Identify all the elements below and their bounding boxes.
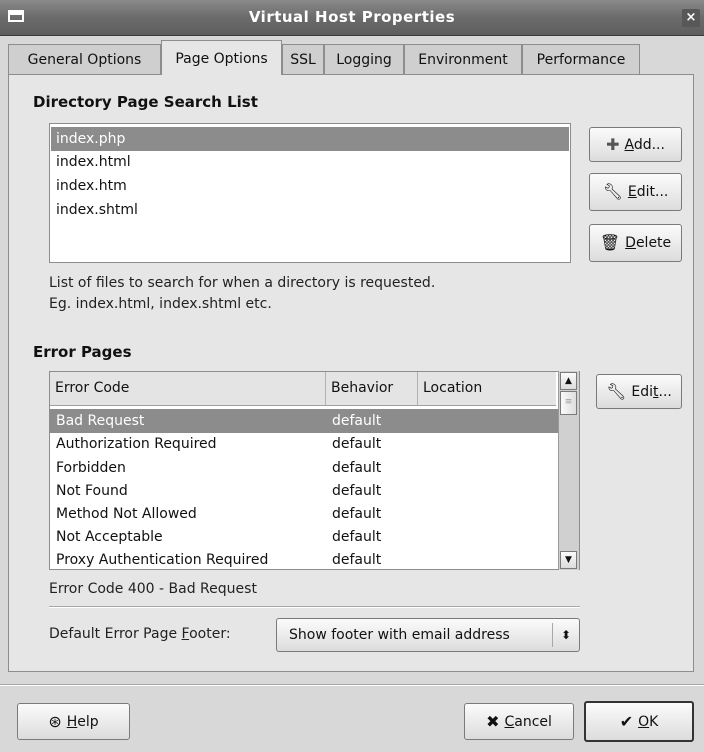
directory-help-line2: Eg. index.html, index.shtml etc. [49,296,272,312]
table-row[interactable]: Bad Request default [50,409,558,433]
tab-general-options[interactable]: General Options [8,44,161,74]
scroll-down-icon[interactable]: ▼ [560,551,577,569]
behavior-cell: default [332,413,382,429]
cancel-button[interactable]: ✖ Cancel [464,703,574,740]
error-code-cell: Not Found [56,483,128,499]
table-row[interactable]: Forbidden default [50,456,558,480]
error-table-scrollbar[interactable]: ▲ ≡ ▼ [558,371,579,570]
error-pages-title: Error Pages [33,343,132,361]
behavior-cell: default [332,552,382,568]
list-item[interactable]: index.shtml [51,198,569,222]
help-button-label: Help [67,714,99,730]
table-row[interactable]: Proxy Authentication Required default [50,548,558,569]
lifebuoy-icon: ⊛ [48,711,62,731]
list-item[interactable]: index.php [51,127,569,151]
footer-select-value: Show footer with email address [289,627,510,643]
table-header: Error Code Behavior Location [50,372,556,406]
edit-mnemonic: E [627,184,637,200]
delete-label-rest: elete [635,235,672,251]
section-separator [49,606,580,608]
footer-select[interactable]: Show footer with email address ⬍ [276,618,580,652]
tab-logging[interactable]: Logging [324,44,404,74]
help-button[interactable]: ⊛ Help [17,703,130,740]
error-pages-table[interactable]: Error Code Behavior Location Bad Request… [49,371,580,570]
table-row[interactable]: Authorization Required default [50,432,558,456]
table-row[interactable]: Method Not Allowed default [50,502,558,526]
dialog-separator [0,684,704,686]
ok-mnemonic: O [638,713,650,730]
behavior-cell: default [332,483,382,499]
directory-search-title: Directory Page Search List [33,93,258,111]
column-header-error-code[interactable]: Error Code [50,372,326,405]
plus-icon: ✚ [606,134,620,154]
wrench-icon: 🔧︎ [602,182,623,201]
delete-button-label: Delete [625,235,671,251]
ok-button[interactable]: ✔ OK [584,701,694,742]
list-item[interactable]: index.htm [51,174,569,198]
footer-mnemonic: F [181,626,190,642]
cancel-label-rest: ancel [514,713,552,730]
error-code-cell: Bad Request [56,413,145,429]
behavior-cell: default [332,506,382,522]
updown-arrow-icon: ⬍ [552,623,579,647]
tab-ssl[interactable]: SSL [282,44,324,74]
edit-label-rest: dit... [636,184,669,200]
checkmark-icon: ✔ [619,711,634,731]
virtual-host-properties-window: Virtual Host Properties × General Option… [0,0,704,752]
column-header-behavior[interactable]: Behavior [326,372,418,405]
add-button[interactable]: ✚ Add... [589,127,682,162]
wrench-icon: 🔧︎ [606,381,627,401]
column-header-location[interactable]: Location [418,372,556,405]
error-code-cell: Method Not Allowed [56,506,197,522]
help-mnemonic: H [66,713,78,730]
cancel-mnemonic: C [504,713,515,730]
error-code-cell: Not Acceptable [56,529,163,545]
edit-error-label-pre: Edi [631,383,654,400]
behavior-cell: default [332,460,382,476]
add-mnemonic: A [624,136,634,153]
behavior-cell: default [332,529,382,545]
edit-error-label: Edit... [631,384,671,400]
error-status-text: Error Code 400 - Bad Request [49,581,257,597]
ok-button-label: OK [638,714,658,730]
close-icon[interactable]: × [682,9,700,27]
footer-label-pre: Default Error Page [49,626,182,642]
delete-button[interactable]: 🗑︎ Delete [589,224,682,262]
edit-directory-button[interactable]: 🔧︎ Edit... [589,173,682,211]
tab-environment[interactable]: Environment [404,44,522,74]
delete-mnemonic: D [625,235,636,251]
help-label-rest: elp [77,713,99,730]
tab-performance[interactable]: Performance [522,44,640,74]
edit-error-label-rest: ... [658,383,672,400]
add-label-rest: dd... [633,136,665,153]
table-row[interactable]: Not Found default [50,479,558,503]
table-row[interactable]: Not Acceptable default [50,525,558,549]
directory-help-line1: List of files to search for when a direc… [49,275,436,291]
error-code-cell: Authorization Required [56,436,217,452]
edit-error-page-button[interactable]: 🔧︎ Edit... [596,374,682,409]
window-title: Virtual Host Properties [248,8,456,26]
behavior-cell: default [332,436,382,452]
footer-label-rest: ooter: [189,626,231,642]
scroll-up-icon[interactable]: ▲ [560,372,577,390]
x-icon: ✖ [486,711,500,731]
add-button-label: Add... [624,137,664,153]
trash-icon: 🗑︎ [599,233,621,252]
tab-page-options[interactable]: Page Options [161,40,282,75]
footer-label: Default Error Page Footer: [49,624,231,645]
title-bar: Virtual Host Properties × [0,0,704,36]
directory-page-list[interactable]: index.php index.html index.htm index.sht… [49,123,571,263]
ok-label-rest: K [649,713,659,730]
error-code-cell: Proxy Authentication Required [56,552,269,568]
list-item[interactable]: index.html [51,150,569,174]
cancel-button-label: Cancel [504,714,551,730]
edit-button-label: Edit... [628,184,668,200]
error-code-cell: Forbidden [56,460,126,476]
scroll-thumb[interactable]: ≡ [560,391,577,415]
